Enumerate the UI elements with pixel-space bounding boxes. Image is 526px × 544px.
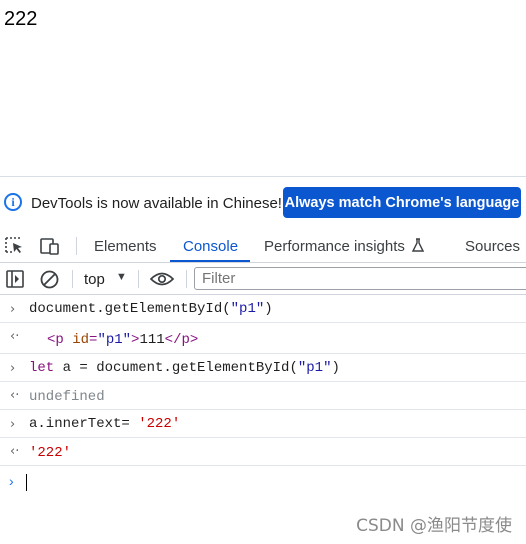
toolbar-divider: [138, 270, 139, 288]
tabbar-divider: [76, 237, 77, 255]
console-output-row: ‹· undefined: [0, 382, 526, 410]
console-output-row: ‹· '222': [0, 438, 526, 466]
tab-performance-insights[interactable]: Performance insights: [264, 238, 425, 255]
language-infobar: i DevTools is now available in Chinese! …: [0, 176, 526, 229]
dropdown-arrow-icon[interactable]: ▼: [116, 271, 127, 283]
console-output-row[interactable]: ‹· <p id="p1">111</p>: [0, 323, 526, 354]
console-result: undefined: [29, 389, 105, 405]
device-toolbar-icon[interactable]: [39, 237, 59, 255]
chevron-right-icon: ›: [10, 417, 16, 432]
always-match-language-button[interactable]: Always match Chrome's language: [283, 187, 521, 218]
toolbar-divider: [72, 270, 73, 288]
console-input-row: › let a = document.getElementById("p1"): [0, 354, 526, 382]
active-tab-indicator: [170, 260, 250, 262]
tab-performance-insights-label: Performance insights: [264, 238, 405, 255]
return-arrow-icon: ‹·: [10, 329, 20, 344]
tab-console[interactable]: Console: [183, 238, 238, 255]
tab-sources[interactable]: Sources: [465, 238, 520, 255]
console-code: document.getElementById("p1"): [29, 301, 273, 317]
return-arrow-icon: ‹·: [10, 388, 20, 403]
console-input-row: › a.innerText= '222': [0, 410, 526, 438]
console-element-output[interactable]: <p id="p1">111</p>: [47, 332, 198, 348]
chevron-right-icon: ›: [9, 473, 14, 489]
watermark: CSDN @渔阳节度使: [356, 516, 512, 536]
console-toolbar: top ▼: [0, 263, 526, 295]
console-code: a.innerText= '222': [29, 416, 181, 432]
console-code: let a = document.getElementById("p1"): [29, 360, 340, 376]
clear-console-icon[interactable]: [40, 270, 60, 289]
console-input-row: › document.getElementById("p1"): [0, 295, 526, 323]
filter-input[interactable]: [194, 267, 526, 290]
chevron-right-icon: ›: [10, 361, 16, 376]
context-selector[interactable]: top: [84, 271, 105, 288]
toolbar-divider: [186, 270, 187, 288]
inspect-element-icon[interactable]: [5, 237, 25, 255]
page-content-text: 222: [4, 8, 38, 30]
console-prompt-input[interactable]: [26, 474, 27, 491]
tab-elements[interactable]: Elements: [94, 238, 157, 255]
devtools-panel: i DevTools is now available in Chinese! …: [0, 176, 526, 544]
infobar-message: DevTools is now available in Chinese!: [31, 195, 282, 212]
console-result: '222': [29, 445, 72, 461]
info-icon: i: [4, 193, 22, 211]
chevron-right-icon: ›: [10, 302, 16, 317]
eye-icon[interactable]: [149, 271, 175, 289]
sidebar-toggle-icon[interactable]: [6, 270, 26, 288]
flask-icon: [411, 238, 425, 252]
devtools-tabbar: Elements Console Performance insights So…: [0, 229, 526, 263]
return-arrow-icon: ‹·: [10, 444, 20, 459]
